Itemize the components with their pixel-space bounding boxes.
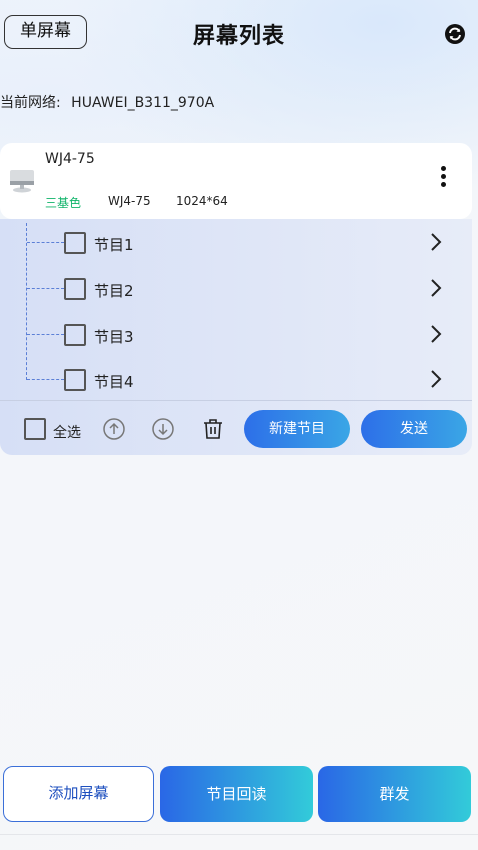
screen-color-type: 三基色 — [45, 196, 82, 210]
program-row[interactable]: 节目1 — [0, 223, 472, 263]
screen-resolution: 1024*64 — [176, 194, 228, 208]
program-checkbox[interactable] — [64, 369, 86, 391]
arrow-up-circle-icon[interactable] — [102, 417, 126, 441]
network-ssid: HUAWEI_B311_970A — [71, 95, 215, 111]
group-send-button[interactable]: 群发 — [318, 766, 471, 822]
screen-name: WJ4-75 — [45, 151, 95, 167]
program-label: 节目1 — [94, 236, 134, 254]
program-checkbox[interactable] — [64, 324, 86, 346]
select-all-label[interactable]: 全选 — [53, 422, 81, 442]
program-label: 节目2 — [94, 282, 134, 300]
new-program-button[interactable]: 新建节目 — [244, 410, 350, 448]
network-label: 当前网络: — [0, 95, 61, 111]
tree-branch — [27, 334, 64, 335]
program-readback-button[interactable]: 节目回读 — [160, 766, 313, 822]
program-checkbox[interactable] — [64, 232, 86, 254]
tree-branch — [27, 379, 64, 380]
bottom-divider — [0, 834, 478, 835]
chevron-right-icon[interactable] — [428, 323, 444, 345]
add-screen-button[interactable]: 添加屏幕 — [3, 766, 154, 822]
program-label: 节目3 — [94, 328, 134, 346]
network-info: 当前网络: HUAWEI_B311_970A — [0, 92, 214, 112]
program-toolbar: 全选 新建节目 发送 — [0, 400, 472, 457]
program-label: 节目4 — [94, 373, 134, 391]
refresh-icon[interactable] — [444, 23, 466, 45]
more-vertical-icon[interactable] — [436, 166, 450, 194]
screen-model: WJ4-75 — [108, 194, 151, 208]
arrow-down-circle-icon[interactable] — [151, 417, 175, 441]
select-all-checkbox[interactable] — [24, 418, 46, 440]
program-row[interactable]: 节目3 — [0, 315, 472, 355]
bottom-action-bar: 添加屏幕 节目回读 群发 — [0, 764, 478, 828]
program-row[interactable]: 节目4 — [0, 360, 472, 400]
program-row[interactable]: 节目2 — [0, 269, 472, 309]
screen-icon — [10, 170, 34, 193]
tree-branch — [27, 242, 64, 243]
send-button[interactable]: 发送 — [361, 410, 467, 448]
header: 单屏幕 屏幕列表 — [0, 0, 478, 70]
chevron-right-icon[interactable] — [428, 368, 444, 390]
screen-card[interactable]: WJ4-75 三基色 WJ4-75 1024*64 — [0, 143, 472, 219]
page-title: 屏幕列表 — [192, 24, 285, 49]
chevron-right-icon[interactable] — [428, 277, 444, 299]
tree-branch — [27, 288, 64, 289]
chevron-right-icon[interactable] — [428, 231, 444, 253]
trash-icon[interactable] — [201, 417, 225, 441]
program-checkbox[interactable] — [64, 278, 86, 300]
